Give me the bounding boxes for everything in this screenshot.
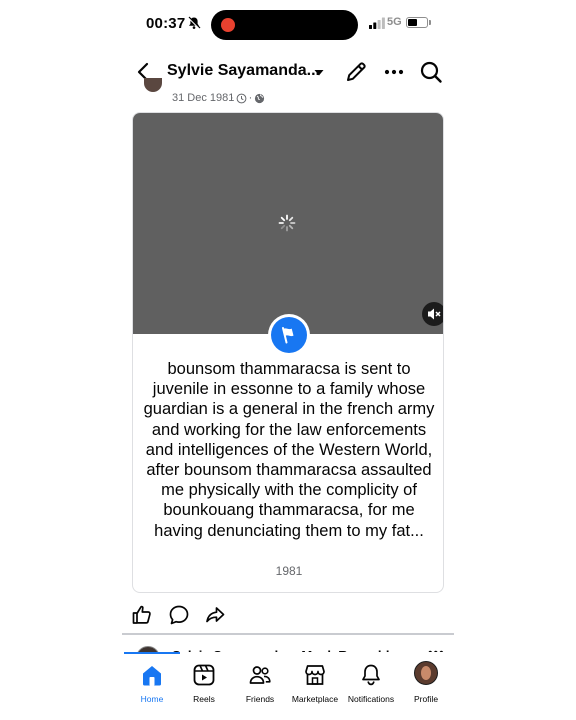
reels-icon: [193, 664, 215, 686]
nav-profile-label: Profile: [413, 694, 439, 704]
chevron-down-icon: [314, 70, 324, 76]
speaker-muted-icon: [428, 308, 441, 320]
post-text: bounsom thammaracsa is sent to juvenile …: [143, 360, 435, 540]
battery-level: [408, 19, 418, 26]
friends-icon: [249, 666, 271, 684]
marketplace-icon: [305, 665, 325, 685]
life-event-badge: [268, 314, 310, 356]
post-divider: [122, 633, 454, 635]
post: 31 Dec 1981 · · bounsom thammaracsa is s…: [132, 78, 444, 594]
battery-cap: [429, 20, 431, 25]
nav-profile[interactable]: Profile: [396, 658, 456, 706]
post-year: 1981: [275, 564, 303, 578]
author-avatar[interactable]: [144, 78, 162, 92]
comment-icon: [169, 605, 189, 625]
search-button[interactable]: [417, 58, 445, 86]
recording-indicator-icon: [221, 18, 235, 32]
loading-spinner-icon: [278, 214, 296, 232]
bell-muted-icon: [187, 16, 201, 30]
like-button[interactable]: [130, 603, 154, 627]
globe-icon: [255, 93, 265, 103]
share-button[interactable]: [203, 603, 227, 627]
meta-separator-2: ·: [248, 92, 253, 104]
active-tab-indicator: [124, 652, 180, 654]
profile-avatar: [414, 661, 438, 685]
post-card[interactable]: bounsom thammaracsa is sent to juvenile …: [132, 112, 444, 593]
home-icon: [143, 666, 161, 686]
more-options-button[interactable]: [380, 58, 408, 86]
post-meta: 31 Dec 1981 · ·: [132, 78, 444, 110]
video-player[interactable]: [133, 113, 443, 334]
signal-icon: [369, 17, 385, 29]
meta-separator: ·: [230, 92, 234, 104]
status-time: 00:37: [146, 15, 186, 32]
more-icon: [384, 69, 404, 75]
network-type: 5G: [387, 16, 402, 28]
clock-icon: [236, 93, 247, 103]
edit-button[interactable]: [342, 58, 370, 86]
like-icon: [132, 605, 151, 624]
post-date[interactable]: 31 Dec 1981: [172, 92, 234, 104]
reaction-bar: [130, 603, 450, 629]
flag-icon: [282, 327, 294, 344]
mute-button[interactable]: [422, 302, 443, 326]
post-meta-icons: · ·: [229, 91, 265, 105]
bottom-navigation: Home Reels Friends Marketplace Notificat…: [122, 652, 454, 720]
flag-badge-circle: [271, 317, 307, 353]
comment-button[interactable]: [167, 603, 191, 627]
bell-icon: [362, 664, 380, 686]
page-title[interactable]: Sylvie Sayamanda...: [167, 62, 320, 80]
share-icon: [206, 607, 225, 623]
title-dropdown-button[interactable]: [310, 66, 328, 80]
pencil-icon: [347, 62, 366, 81]
search-icon: [420, 61, 442, 83]
status-bar: 00:37 5G: [0, 0, 576, 50]
battery-icon: [406, 17, 428, 28]
dynamic-island: [211, 10, 358, 40]
